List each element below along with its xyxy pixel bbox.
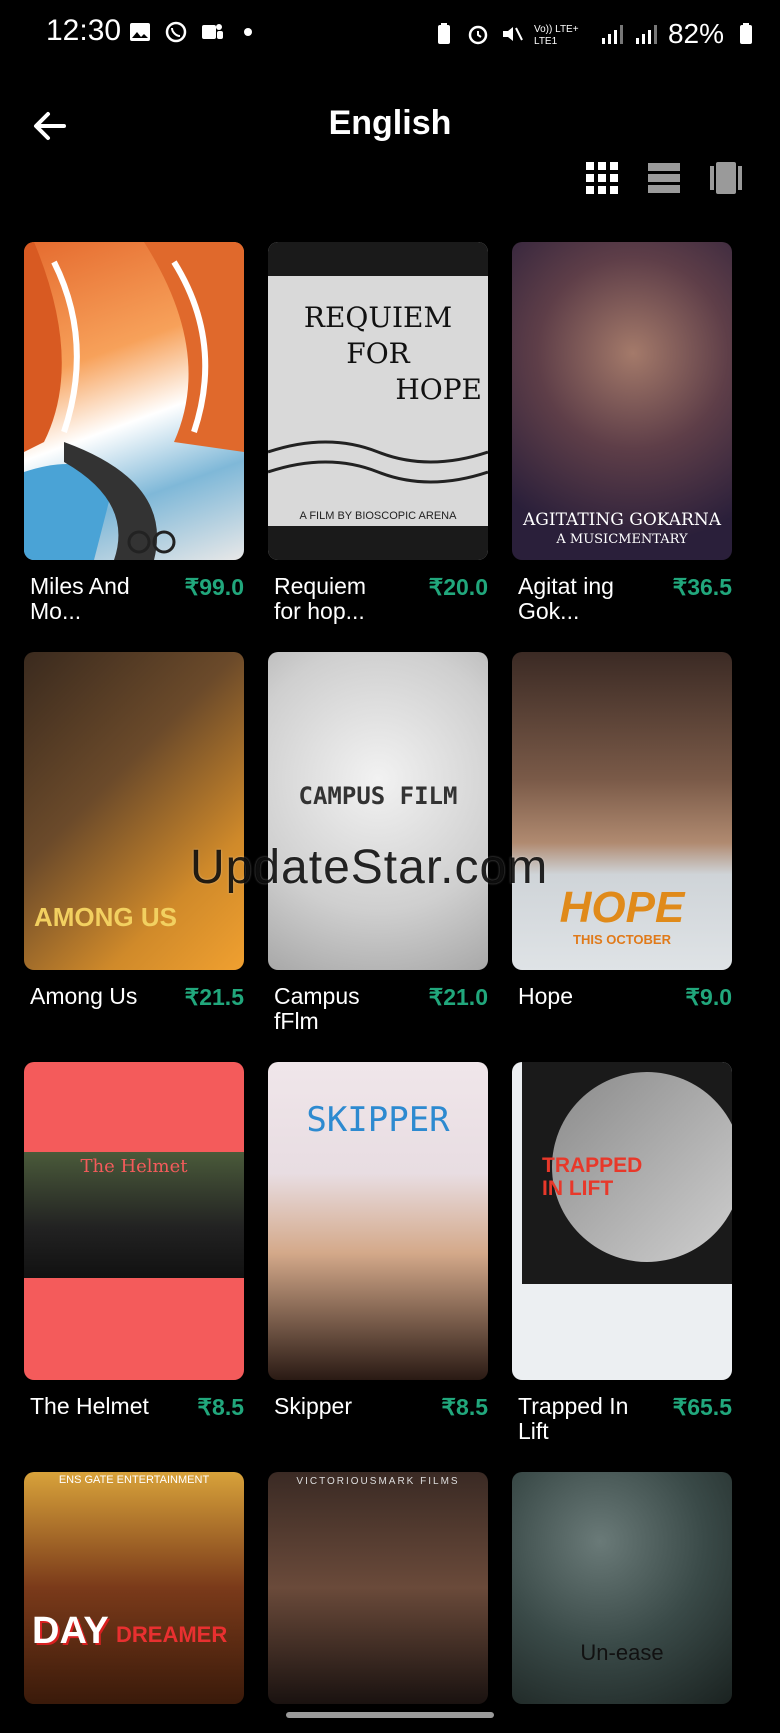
poster-line: AGITATING GOKARNA [523,510,721,530]
poster-line: A MUSICMENTARY [556,532,688,547]
movie-card[interactable]: ENS GATE ENTERTAINMENT DAY DREAMER [24,1472,244,1704]
movie-price: ₹8.5 [197,1394,244,1420]
status-time: 12:30 [46,14,122,47]
movie-title: Hope [518,983,573,1009]
movie-price: ₹8.5 [441,1394,488,1420]
movie-title: Agitat ing Gok... [518,573,614,624]
poster-line: The Helmet [80,1156,188,1177]
poster-line: HOPE [395,373,482,406]
svg-text:LTE1: LTE1 [534,36,558,46]
signal-2-icon [635,25,657,44]
page-title: English [328,104,452,142]
poster-line: FOR [346,337,410,370]
system-icons: Vo)) LTE+ LTE1 82% [432,18,758,50]
alarm-icon [468,25,488,45]
poster-line: AMONG US [34,902,177,932]
svg-text:Vo)) LTE+: Vo)) LTE+ [534,24,579,35]
movie-card[interactable]: HOPE THIS OCTOBER Hope ₹9.0 [512,652,732,1010]
movie-card[interactable]: VICTORIOUSMARK FILMS [268,1472,488,1704]
movie-price: ₹21.5 [184,984,244,1010]
poster-line: REQUIEM [303,301,453,334]
movie-poster[interactable]: Un-ease [512,1472,732,1704]
movie-poster[interactable]: AMONG US [24,652,244,970]
poster-line: IN LIFT [542,1177,614,1200]
movie-card[interactable]: AGITATING GOKARNA A MUSICMENTARY Agitat … [512,242,732,624]
battery-icon [740,23,752,44]
movie-poster[interactable]: VICTORIOUSMARK FILMS [268,1472,488,1704]
movie-card[interactable]: CAMPUS FILM Campus fFlm ₹21.0 [268,652,488,1034]
movie-price: ₹65.5 [672,1394,732,1420]
movie-title: Trapped In Lift [518,1393,629,1444]
poster-line: TRAPPED [542,1154,643,1177]
mute-icon [502,27,523,41]
lte-icon: Vo)) LTE+LTE1 [534,24,579,46]
movie-price: ₹9.0 [685,984,732,1010]
whatsapp-icon [165,21,187,43]
poster-waves [268,440,488,484]
movie-price: ₹99.0 [184,574,244,600]
gallery-icon [130,23,150,41]
movie-price: ₹36.5 [672,574,732,600]
movie-card[interactable]: TRAPPED IN LIFT Trapped In Lift ₹65.5 [512,1062,732,1444]
movie-card[interactable]: Miles And Mo... ₹99.0 [24,242,244,624]
movie-title: The Helmet [30,1393,149,1419]
app-bar: English [0,90,780,160]
movie-poster[interactable]: AGITATING GOKARNA A MUSICMENTARY [512,242,732,560]
poster-line: CAMPUS FILM [298,782,458,810]
poster-illustration [24,242,244,560]
movie-title: Requiem for hop... [274,573,367,624]
carousel-view-icon[interactable] [708,160,744,196]
movie-card[interactable]: Un-ease [512,1472,732,1704]
status-bar: 12:30 Vo)) LTE+ LTE1 82% [0,0,780,66]
battery-saver-icon [437,23,450,44]
movie-poster[interactable]: HOPE THIS OCTOBER [512,652,732,970]
movie-title: Campus fFlm [274,983,360,1034]
notification-icons [128,20,260,44]
movie-price: ₹20.0 [428,574,488,600]
film-strip-bottom [268,526,488,560]
view-toggle-group [584,160,744,196]
movie-card[interactable]: The Helmet The Helmet ₹8.5 [24,1062,244,1420]
poster-credit: ENS GATE ENTERTAINMENT [58,1474,210,1486]
movie-card[interactable]: SKIPPER Skipper ₹8.5 [268,1062,488,1420]
movie-poster[interactable]: REQUIEM FOR HOPE A FILM BY BIOSCOPIC ARE… [268,242,488,560]
teams-icon [202,24,223,39]
gesture-nav-handle[interactable] [286,1712,494,1718]
dot-icon [244,28,252,36]
battery-percent: 82% [667,18,724,49]
movie-poster[interactable]: SKIPPER [268,1062,488,1380]
movie-poster[interactable]: ENS GATE ENTERTAINMENT DAY DREAMER [24,1472,244,1704]
movie-poster[interactable] [24,242,244,560]
list-view-icon[interactable] [646,160,682,196]
poster-line: Un-ease [580,1640,664,1665]
movie-title: Skipper [274,1393,352,1419]
movie-title: Miles And Mo... [30,573,130,624]
poster-line: DREAMER [116,1622,228,1647]
movie-poster[interactable]: CAMPUS FILM [268,652,488,970]
poster-line: VICTORIOUSMARK FILMS [296,1476,460,1487]
movie-card[interactable]: AMONG US Among Us ₹21.5 [24,652,244,1010]
movie-poster[interactable]: The Helmet [24,1062,244,1380]
signal-icon [601,25,623,44]
film-strip-top [268,242,488,276]
watermark: UpdateStar.com [190,841,549,894]
movie-card[interactable]: REQUIEM FOR HOPE A FILM BY BIOSCOPIC ARE… [268,242,488,624]
poster-credit: A FILM BY BIOSCOPIC ARENA [299,510,457,522]
poster-line: THIS OCTOBER [573,932,671,947]
movie-title: Among Us [30,983,138,1009]
movie-poster[interactable]: TRAPPED IN LIFT [512,1062,732,1380]
grid-view-icon[interactable] [584,160,620,196]
poster-line: SKIPPER [306,1100,450,1140]
movie-price: ₹21.0 [428,984,488,1010]
